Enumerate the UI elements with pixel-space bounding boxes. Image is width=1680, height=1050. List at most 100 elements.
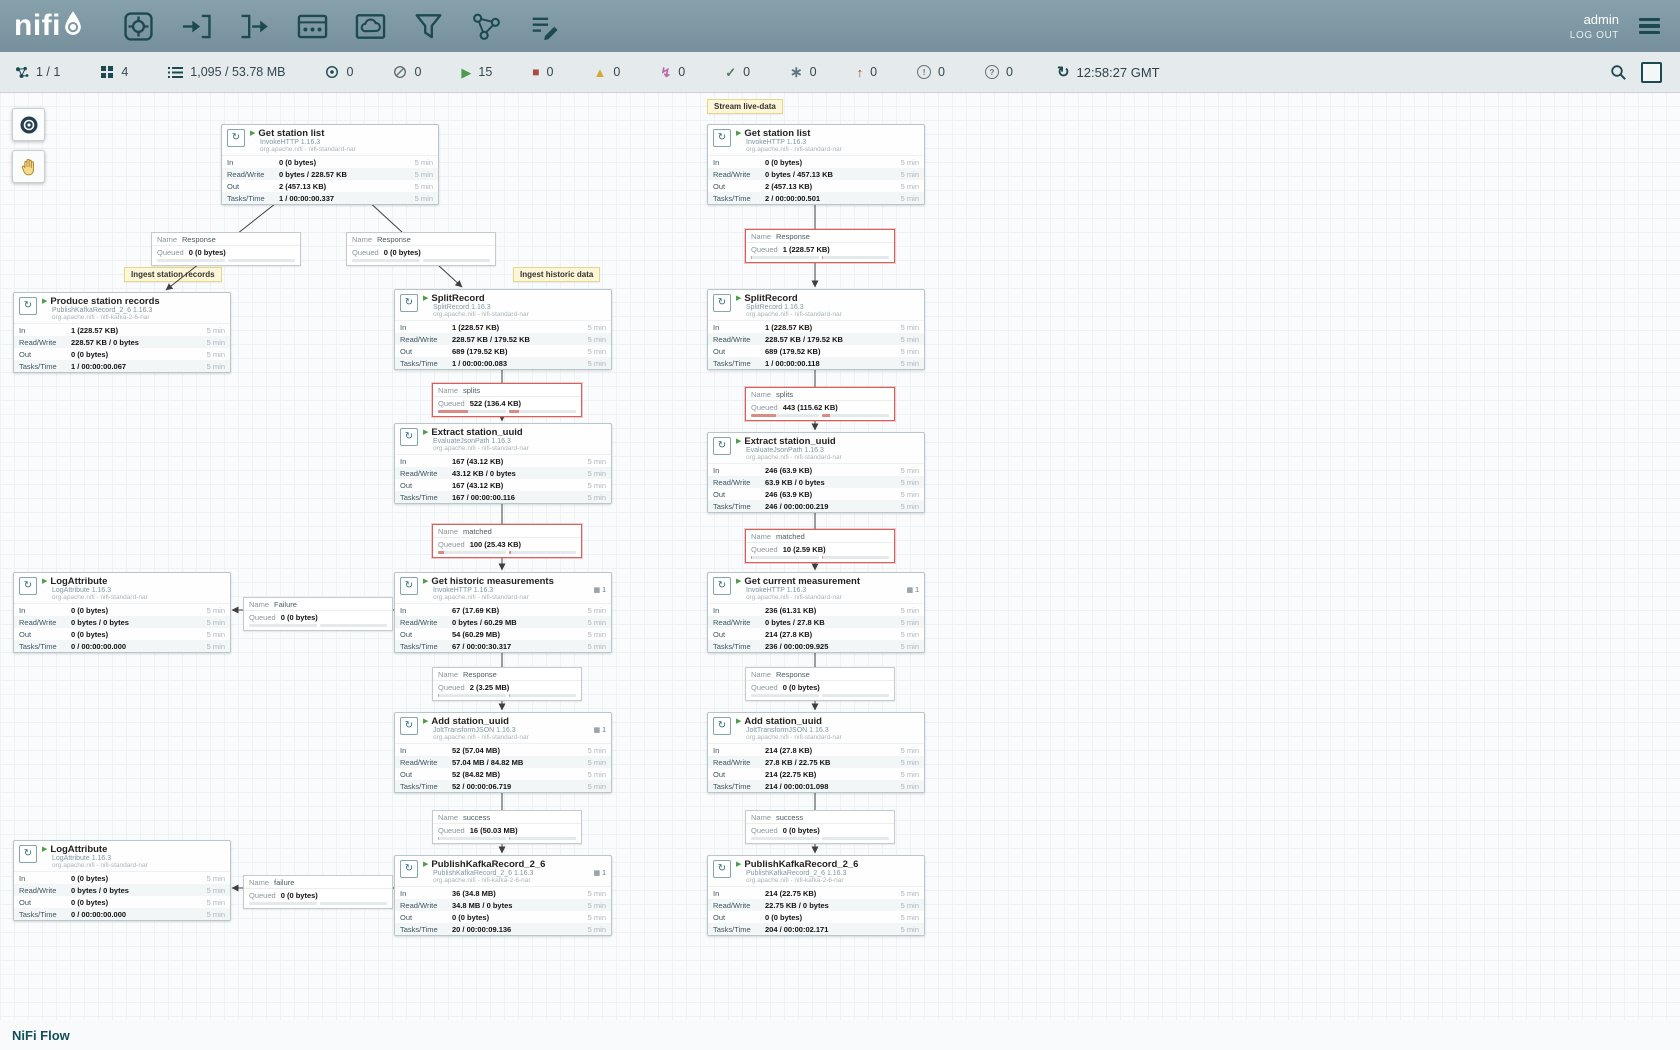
global-menu-button[interactable] xyxy=(1635,14,1664,39)
processor-extract-station-uuid-live[interactable]: ↻▶Extract station_uuidEvaluateJsonPath 1… xyxy=(707,432,925,513)
label-ingest-historic-data[interactable]: Ingest historic data xyxy=(513,267,600,282)
processor-publish-kafka-historic[interactable]: ↻▶PublishKafkaRecord_2_6PublishKafkaReco… xyxy=(394,855,612,936)
stat-row-in: In236 (61.31 KB)5 min xyxy=(708,604,924,616)
stat-row-in: In214 (22.75 KB)5 min xyxy=(708,887,924,899)
processor-type: LogAttribute 1.16.3 xyxy=(52,855,148,862)
processor-name-row: ▶LogAttribute xyxy=(42,844,148,855)
process-group-icon[interactable] xyxy=(293,7,331,45)
connection-response-to-add-live[interactable]: NameResponseQueued0 (0 bytes) xyxy=(745,667,895,701)
stat-value: 228.57 KB / 0 bytes xyxy=(71,338,199,347)
stat-label: In xyxy=(713,746,765,755)
active-threads-badge: ▦ 1 xyxy=(594,869,606,877)
processor-header: ↻▶Extract station_uuidEvaluateJsonPath 1… xyxy=(708,433,924,463)
stat-window: 5 min xyxy=(893,782,919,791)
stat-label: Read/Write xyxy=(19,618,71,627)
stat-row-in: In167 (43.12 KB)5 min xyxy=(395,455,611,467)
up-to-date-count: ✓0 xyxy=(725,65,750,79)
processor-get-historic-measurements[interactable]: ↻▶Get historic measurementsInvokeHTTP 1.… xyxy=(394,572,612,653)
processor-bundle: org.apache.nifi - nifi-kafka-2-6-nar xyxy=(52,314,160,321)
disabled-count: ↯0 xyxy=(660,65,685,79)
connection-matched-historic[interactable]: NamematchedQueued100 (25.43 KB) xyxy=(432,524,582,558)
connection-splits-live[interactable]: NamesplitsQueued443 (115.62 KB) xyxy=(745,387,895,421)
processor-produce-station-records[interactable]: ↻▶Produce station recordsPublishKafkaRec… xyxy=(13,292,231,373)
processor-type: JoltTransformJSON 1.16.3 xyxy=(433,727,529,734)
processor-get-station-list-ingest[interactable]: ↻▶Get station listInvokeHTTP 1.16.3org.a… xyxy=(221,124,439,205)
connection-response-to-split-live[interactable]: NameResponseQueued1 (228.57 KB) xyxy=(745,229,895,263)
connection-name-value: Failure xyxy=(274,600,297,609)
stat-row-tasks: Tasks/Time67 / 00:00:30.3175 min xyxy=(395,640,611,652)
label-ingest-station-records[interactable]: Ingest station records xyxy=(124,267,222,282)
stat-window: 5 min xyxy=(580,642,606,651)
label-icon[interactable] xyxy=(525,7,563,45)
input-port-icon[interactable] xyxy=(177,7,215,45)
logout-link[interactable]: LOG OUT xyxy=(1570,30,1619,41)
processor-bundle: org.apache.nifi - nifi-standard-nar xyxy=(433,594,554,601)
stat-row-out: Out689 (179.52 KB)5 min xyxy=(708,345,924,357)
refresh-status[interactable]: ↻ 12:58:27 GMT xyxy=(1057,63,1160,81)
stat-window: 5 min xyxy=(893,758,919,767)
processor-stats: In214 (22.75 KB)5 minRead/Write22.75 KB … xyxy=(708,886,924,935)
header-right: admin LOG OUT xyxy=(1570,12,1680,41)
connection-splits-historic[interactable]: NamesplitsQueued522 (136.4 KB) xyxy=(432,383,582,417)
connection-failure-to-log-historic[interactable]: NameFailureQueued0 (0 bytes) xyxy=(243,597,393,631)
stat-window: 5 min xyxy=(199,606,225,615)
connection-matched-live[interactable]: NamematchedQueued10 (2.59 KB) xyxy=(745,529,895,563)
stat-label: In xyxy=(400,606,452,615)
connection-success-to-publish-historic[interactable]: NamesuccessQueued16 (50.03 MB) xyxy=(432,810,582,844)
funnel-icon[interactable] xyxy=(409,7,447,45)
processor-type: PublishKafkaRecord_2_6 1.16.3 xyxy=(433,870,545,877)
stat-row-out: Out0 (0 bytes)5 min xyxy=(708,911,924,923)
processor-add-station-uuid-historic[interactable]: ↻▶Add station_uuidJoltTransformJSON 1.16… xyxy=(394,712,612,793)
processor-type-icon: ↻ xyxy=(713,717,731,735)
connection-response-to-add-historic[interactable]: NameResponseQueued2 (3.25 MB) xyxy=(432,667,582,701)
label-stream-live-data[interactable]: Stream live-data xyxy=(707,99,783,114)
processor-stats: In214 (27.8 KB)5 minRead/Write27.8 KB / … xyxy=(708,743,924,792)
stat-row-out: Out2 (457.13 KB)5 min xyxy=(222,180,438,192)
template-icon[interactable] xyxy=(467,7,505,45)
processor-log-attribute-live[interactable]: ↻▶LogAttributeLogAttribute 1.16.3org.apa… xyxy=(13,840,231,921)
processor-name: Extract station_uuid xyxy=(431,427,522,438)
connection-failure-to-log-live[interactable]: NamefailureQueued0 (0 bytes) xyxy=(243,875,393,909)
processor-split-record-live[interactable]: ↻▶SplitRecordSplitRecord 1.16.3org.apach… xyxy=(707,289,925,370)
remote-process-group-icon[interactable] xyxy=(351,7,389,45)
connection-success-to-publish-live[interactable]: NamesuccessQueued0 (0 bytes) xyxy=(745,810,895,844)
connection-name-key: Name xyxy=(438,670,458,679)
refresh-icon[interactable]: ↻ xyxy=(1057,63,1070,81)
connection-name-key: Name xyxy=(249,600,269,609)
connection-name-key: Name xyxy=(751,532,771,541)
transmitting-icon xyxy=(325,65,339,79)
processor-extract-station-uuid-historic[interactable]: ↻▶Extract station_uuidEvaluateJsonPath 1… xyxy=(394,423,612,504)
stat-label: Tasks/Time xyxy=(400,493,452,502)
connection-name-key: Name xyxy=(157,235,177,244)
processor-publish-kafka-live[interactable]: ↻▶PublishKafkaRecord_2_6PublishKafkaReco… xyxy=(707,855,925,936)
stale-count-value: 0 xyxy=(870,65,877,79)
stat-row-in: In1 (228.57 KB)5 min xyxy=(708,321,924,333)
birdseye-button[interactable] xyxy=(12,108,45,141)
invalid-count-value: 0 xyxy=(613,65,620,79)
search-button[interactable] xyxy=(1610,64,1627,81)
connection-queued-row: Queued100 (25.43 KB) xyxy=(433,537,581,550)
stat-window: 5 min xyxy=(893,630,919,639)
backpressure-bar xyxy=(751,256,819,259)
processor-get-station-list-live[interactable]: ↻▶Get station listInvokeHTTP 1.16.3org.a… xyxy=(707,124,925,205)
processor-titles: ▶Extract station_uuidEvaluateJsonPath 1.… xyxy=(423,427,529,452)
processor-add-station-uuid-live[interactable]: ↻▶Add station_uuidJoltTransformJSON 1.16… xyxy=(707,712,925,793)
backpressure-bars xyxy=(746,413,894,420)
hand-tool-button[interactable] xyxy=(12,150,45,183)
connection-response-to-split-historic[interactable]: NameResponseQueued0 (0 bytes) xyxy=(346,232,496,266)
processor-icon[interactable] xyxy=(119,7,157,45)
output-port-icon[interactable] xyxy=(235,7,273,45)
breadcrumb[interactable]: NiFi Flow xyxy=(12,1028,70,1043)
stat-window: 5 min xyxy=(580,901,606,910)
processor-log-attribute-historic[interactable]: ↻▶LogAttributeLogAttribute 1.16.3org.apa… xyxy=(13,572,231,653)
processor-get-current-measurement[interactable]: ↻▶Get current measurementInvokeHTTP 1.16… xyxy=(707,572,925,653)
invalid-count: ▲0 xyxy=(594,65,621,79)
panel-toggle-button[interactable] xyxy=(1641,62,1662,83)
connection-response-to-produce[interactable]: NameResponseQueued0 (0 bytes) xyxy=(151,232,301,266)
processor-split-record-historic[interactable]: ↻▶SplitRecordSplitRecord 1.16.3org.apach… xyxy=(394,289,612,370)
processor-type: LogAttribute 1.16.3 xyxy=(52,587,148,594)
processor-type-icon: ↻ xyxy=(227,129,245,147)
flow-canvas[interactable]: Ingest station records Ingest historic da… xyxy=(0,92,1680,1050)
processor-bundle: org.apache.nifi - nifi-kafka-2-6-nar xyxy=(746,877,858,884)
stat-label: In xyxy=(400,323,452,332)
